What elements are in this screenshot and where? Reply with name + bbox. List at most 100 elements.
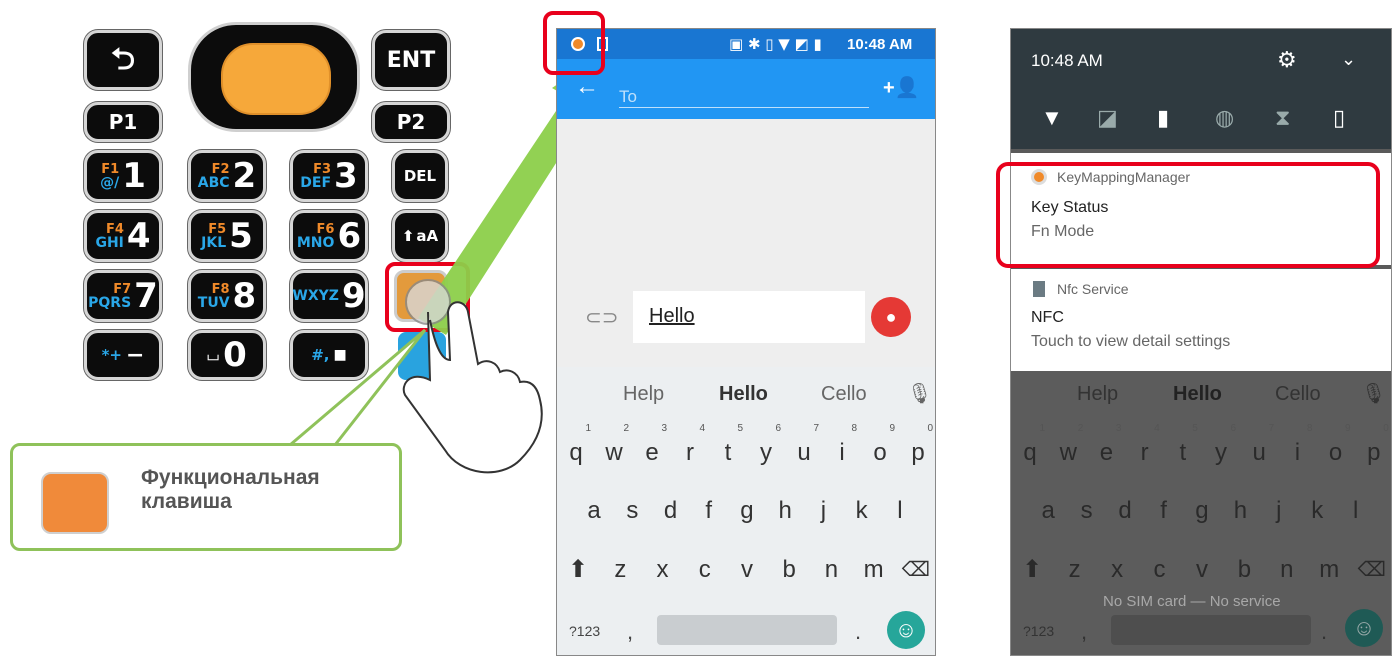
key-f[interactable]: f — [694, 497, 724, 525]
to-underline — [619, 107, 869, 108]
key-q[interactable]: 1q — [561, 423, 591, 467]
shift-icon[interactable]: ⬆ — [563, 555, 593, 584]
dim-key-a: a — [1041, 497, 1055, 524]
key-z[interactable]: z — [605, 556, 635, 584]
key-w[interactable]: 2w — [599, 423, 629, 467]
key-v[interactable]: v — [732, 556, 762, 584]
emoji-button[interactable]: ☺ — [887, 611, 925, 649]
key-o[interactable]: 9o — [865, 423, 895, 467]
notification-shade: 10:48 AM ⚙ ⌄ ▼ ◪ ▮ ◍ ⧗ ▯ KeyMappingManag… — [1010, 28, 1392, 656]
message-text: Hello — [649, 305, 695, 327]
rotation-icon[interactable]: ▯ — [1333, 105, 1345, 131]
key-h[interactable]: h — [770, 497, 800, 525]
key-s[interactable]: s — [617, 497, 647, 525]
key-r[interactable]: 4r — [675, 423, 705, 467]
dim-key-k: k — [1311, 497, 1324, 524]
dim-keyboard-row-2: a s d f g h j k l — [1011, 497, 1391, 525]
suggestion-3[interactable]: Cello — [821, 383, 867, 406]
key-k[interactable]: k — [847, 497, 877, 525]
notification-highlight — [996, 162, 1380, 268]
shade-time: 10:48 AM — [1031, 51, 1103, 70]
quick-settings-header: 10:48 AM ⚙ ⌄ ▼ ◪ ▮ ◍ ⧗ ▯ — [1011, 29, 1391, 149]
comma-key[interactable]: , — [627, 619, 633, 645]
location-off-icon[interactable]: ◍ — [1215, 105, 1234, 131]
status-icons: ▣ ✱ ▯ ▼ ◩ ▮ — [729, 35, 822, 53]
no-sim-icon[interactable]: ◪ — [1097, 105, 1118, 131]
dim-symbols-key: ?123 — [1023, 623, 1055, 639]
dim-key-x: x — [1111, 555, 1124, 583]
period-key[interactable]: . — [855, 619, 861, 645]
dim-key-p: 0p — [1367, 423, 1389, 466]
dim-mic-icon: 🎙 — [1361, 383, 1387, 405]
dim-key-v: v — [1195, 555, 1208, 583]
suggestion-1[interactable]: Help — [623, 383, 664, 406]
key-l[interactable]: l — [885, 497, 915, 525]
dim-key-c: c — [1153, 555, 1166, 583]
key-p[interactable]: 0p — [903, 423, 933, 467]
battery-icon[interactable]: ▮ — [1157, 105, 1169, 131]
dim-suggestion-1: Help — [1077, 383, 1119, 405]
nfc-text: Touch to view detail settings — [1031, 333, 1231, 350]
keyboard-row-1: 1q 2w 3e 4r 5t 6y 7u 8i 9o 0p — [557, 423, 935, 467]
keyboard: Help Hello Cello 🎙 1q 2w 3e 4r 5t 6y 7u … — [557, 367, 935, 655]
backspace-icon[interactable]: ⌫ — [901, 557, 931, 582]
dim-key-f: f — [1160, 497, 1167, 524]
nfc-app-icon — [1033, 281, 1045, 297]
key-b[interactable]: b — [774, 556, 804, 584]
dim-key-l: l — [1353, 497, 1359, 524]
key-e[interactable]: 3e — [637, 423, 667, 467]
to-field[interactable]: To — [619, 87, 637, 107]
dim-suggestion-2: Hello — [1173, 383, 1222, 405]
key-j[interactable]: j — [808, 497, 838, 525]
dim-comma-key: , — [1081, 619, 1088, 644]
settings-gear-icon[interactable]: ⚙ — [1277, 47, 1297, 73]
dim-key-u: 7u — [1252, 423, 1275, 466]
key-y[interactable]: 6y — [751, 423, 781, 467]
callout-text: Функциональная клавиша — [141, 466, 320, 513]
callout-key-swatch — [41, 472, 109, 534]
add-contact-icon[interactable]: +👤 — [883, 75, 920, 100]
nfc-title: NFC — [1031, 309, 1064, 326]
contact-avatar-button[interactable]: ● — [871, 297, 911, 337]
key-d[interactable]: d — [656, 497, 686, 525]
wifi-icon[interactable]: ▼ — [1041, 105, 1063, 131]
dim-key-d: d — [1118, 497, 1132, 524]
spacebar[interactable] — [657, 615, 837, 645]
key-m[interactable]: m — [859, 556, 889, 584]
nfc-app-name: Nfc Service — [1057, 281, 1129, 297]
status-bar: ▣ ✱ ▯ ▼ ◩ ▮ 10:48 AM — [557, 29, 935, 59]
dim-keyboard-row-3: ⬆ z x c v b n m ⌫ — [1011, 555, 1391, 584]
dimmed-keyboard: Help Hello Cello 🎙 1q 2w 3e 4r 5t 6y 7u … — [1011, 371, 1391, 655]
suggestion-2[interactable]: Hello — [719, 383, 768, 406]
dim-key-b: b — [1237, 555, 1252, 583]
key-t[interactable]: 5t — [713, 423, 743, 467]
key-a[interactable]: a — [579, 497, 609, 525]
symbols-key[interactable]: ?123 — [569, 623, 600, 639]
attachment-icon[interactable]: ⊂⊃ — [585, 305, 619, 330]
dim-backspace-icon: ⌫ — [1357, 559, 1386, 581]
keyboard-row-2: a s d f g h j k l — [557, 497, 935, 525]
message-input[interactable]: Hello — [633, 291, 865, 343]
keyboard-row-3: ⬆ z x c v b n m ⌫ — [557, 555, 935, 584]
key-n[interactable]: n — [816, 556, 846, 584]
messaging-screen: ▣ ✱ ▯ ▼ ◩ ▮ 10:48 AM ← To +👤 ⊂⊃ Hello ● … — [556, 28, 936, 656]
dim-key-r: 4r — [1140, 423, 1160, 466]
key-g[interactable]: g — [732, 497, 762, 525]
back-icon[interactable]: ← — [575, 73, 599, 101]
callout-box: Функциональная клавиша — [10, 443, 402, 551]
dim-key-o: 9o — [1328, 423, 1351, 466]
no-sim-text: No SIM card — No service — [1103, 593, 1281, 610]
mic-icon[interactable]: 🎙 — [907, 381, 932, 406]
key-x[interactable]: x — [648, 556, 678, 584]
dim-period-key: . — [1321, 619, 1328, 644]
flashlight-off-icon[interactable]: ⧗ — [1275, 105, 1290, 131]
key-c[interactable]: c — [690, 556, 720, 584]
dim-key-h: h — [1233, 497, 1248, 524]
dim-key-t: 5t — [1179, 423, 1198, 466]
expand-chevron-icon[interactable]: ⌄ — [1341, 49, 1356, 70]
status-time: 10:48 AM — [847, 36, 913, 53]
notification-nfc[interactable]: Nfc Service NFC Touch to view detail set… — [1011, 269, 1391, 371]
key-i[interactable]: 8i — [827, 423, 857, 467]
dim-key-g: g — [1195, 497, 1209, 524]
key-u[interactable]: 7u — [789, 423, 819, 467]
